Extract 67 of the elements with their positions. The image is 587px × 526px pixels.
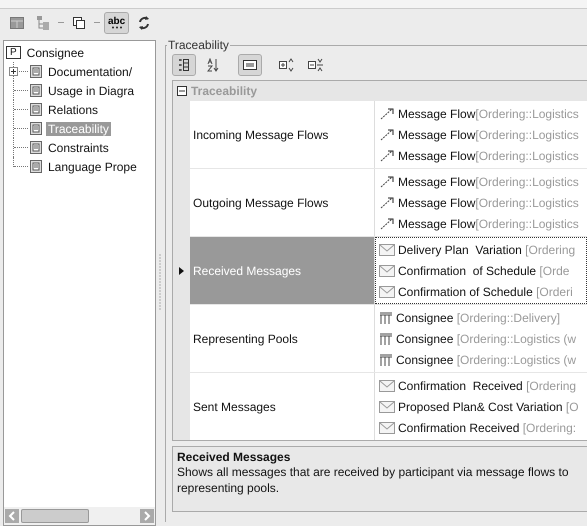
description-title: Received Messages: [177, 450, 292, 464]
property-value[interactable]: Message Flow[Ordering::Logistics: [398, 106, 579, 120]
property-value[interactable]: Consignee [Ordering::Delivery]: [396, 310, 560, 324]
ellipsis-icon: [110, 26, 123, 28]
pool-icon: [379, 332, 393, 344]
pool-icon: [379, 354, 393, 366]
property-value[interactable]: Confirmation of Schedule [Orde: [398, 264, 570, 278]
property-value[interactable]: Message Flow[Ordering::Logistics: [398, 216, 579, 230]
tree-item[interactable]: Usage in Diagra: [46, 84, 136, 98]
toolbar-button[interactable]: [238, 54, 262, 76]
property-name[interactable]: Incoming Message Flows: [190, 101, 375, 168]
spelling-toggle-button[interactable]: abc: [104, 12, 130, 34]
tree-item[interactable]: Language Prope: [46, 160, 139, 174]
row-pointer-icon: [179, 266, 184, 274]
envelope-icon: [379, 286, 395, 298]
property-value[interactable]: Message Flow[Ordering::Logistics: [398, 128, 579, 142]
tree-item[interactable]: Relations: [46, 102, 100, 116]
expand-icon[interactable]: [9, 67, 18, 76]
property-value[interactable]: Delivery Plan Variation [Ordering: [398, 242, 576, 256]
collapse-all-icon: [308, 58, 324, 72]
property-value[interactable]: Message Flow[Ordering::Logistics: [398, 196, 579, 210]
arrow-icon: [379, 216, 395, 230]
list-icon: [178, 58, 190, 72]
tree-item[interactable]: Documentation/: [46, 64, 134, 78]
property-value[interactable]: Confirmation Received [Ordering:: [398, 420, 576, 434]
envelope-icon: [379, 380, 395, 392]
pool-icon: [379, 312, 393, 324]
property-value[interactable]: Consignee [Ordering::Logistics (w: [396, 332, 576, 346]
tree-item[interactable]: Constraints: [46, 140, 111, 154]
arrow-icon: [379, 128, 395, 142]
document-icon: [30, 103, 42, 116]
arrow-icon: [379, 174, 395, 188]
toolbar-button[interactable]: [172, 54, 196, 76]
refresh-icon: [137, 14, 152, 30]
property-value[interactable]: Consignee [Ordering::Logistics (w: [396, 352, 576, 366]
description-text: Shows all messages that are received by participant via message flows to representing pools.: [177, 464, 570, 496]
copy-icon: [72, 16, 86, 30]
property-value[interactable]: Confirmation of Schedule [Orderi: [398, 284, 573, 298]
property-value[interactable]: Proposed Plan& Cost Variation [O: [398, 400, 579, 414]
arrow-icon: [379, 196, 395, 210]
envelope-icon: [379, 400, 395, 412]
document-icon: [30, 122, 42, 135]
arrow-icon: [379, 148, 395, 162]
property-value[interactable]: Message Flow[Ordering::Logistics: [398, 174, 579, 188]
property-value[interactable]: Confirmation Received [Ordering: [398, 378, 576, 392]
property-name[interactable]: Outgoing Message Flows: [190, 169, 375, 236]
envelope-icon: [379, 244, 395, 256]
property-value[interactable]: Message Flow[Ordering::Logistics: [398, 148, 579, 162]
document-icon: [30, 141, 42, 154]
arrow-icon: [379, 106, 395, 120]
document-icon: [30, 84, 42, 97]
collapse-icon[interactable]: [177, 86, 187, 96]
envelope-icon: [379, 264, 395, 276]
expand-all-icon: [279, 58, 295, 72]
tree-icon: [36, 14, 50, 30]
envelope-icon: [379, 422, 395, 434]
table-icon: [10, 16, 24, 28]
property-name[interactable]: Sent Messages: [190, 373, 375, 440]
document-icon: [30, 160, 42, 173]
group-title: Traceability: [167, 38, 230, 52]
property-name[interactable]: Representing Pools: [190, 305, 375, 372]
document-icon: [30, 65, 42, 78]
tree-item[interactable]: Consignee: [24, 46, 86, 60]
package-badge: P: [6, 46, 21, 59]
panel-icon: [243, 60, 257, 70]
section-title: Traceability: [191, 84, 258, 98]
sort-icon: [207, 58, 219, 72]
